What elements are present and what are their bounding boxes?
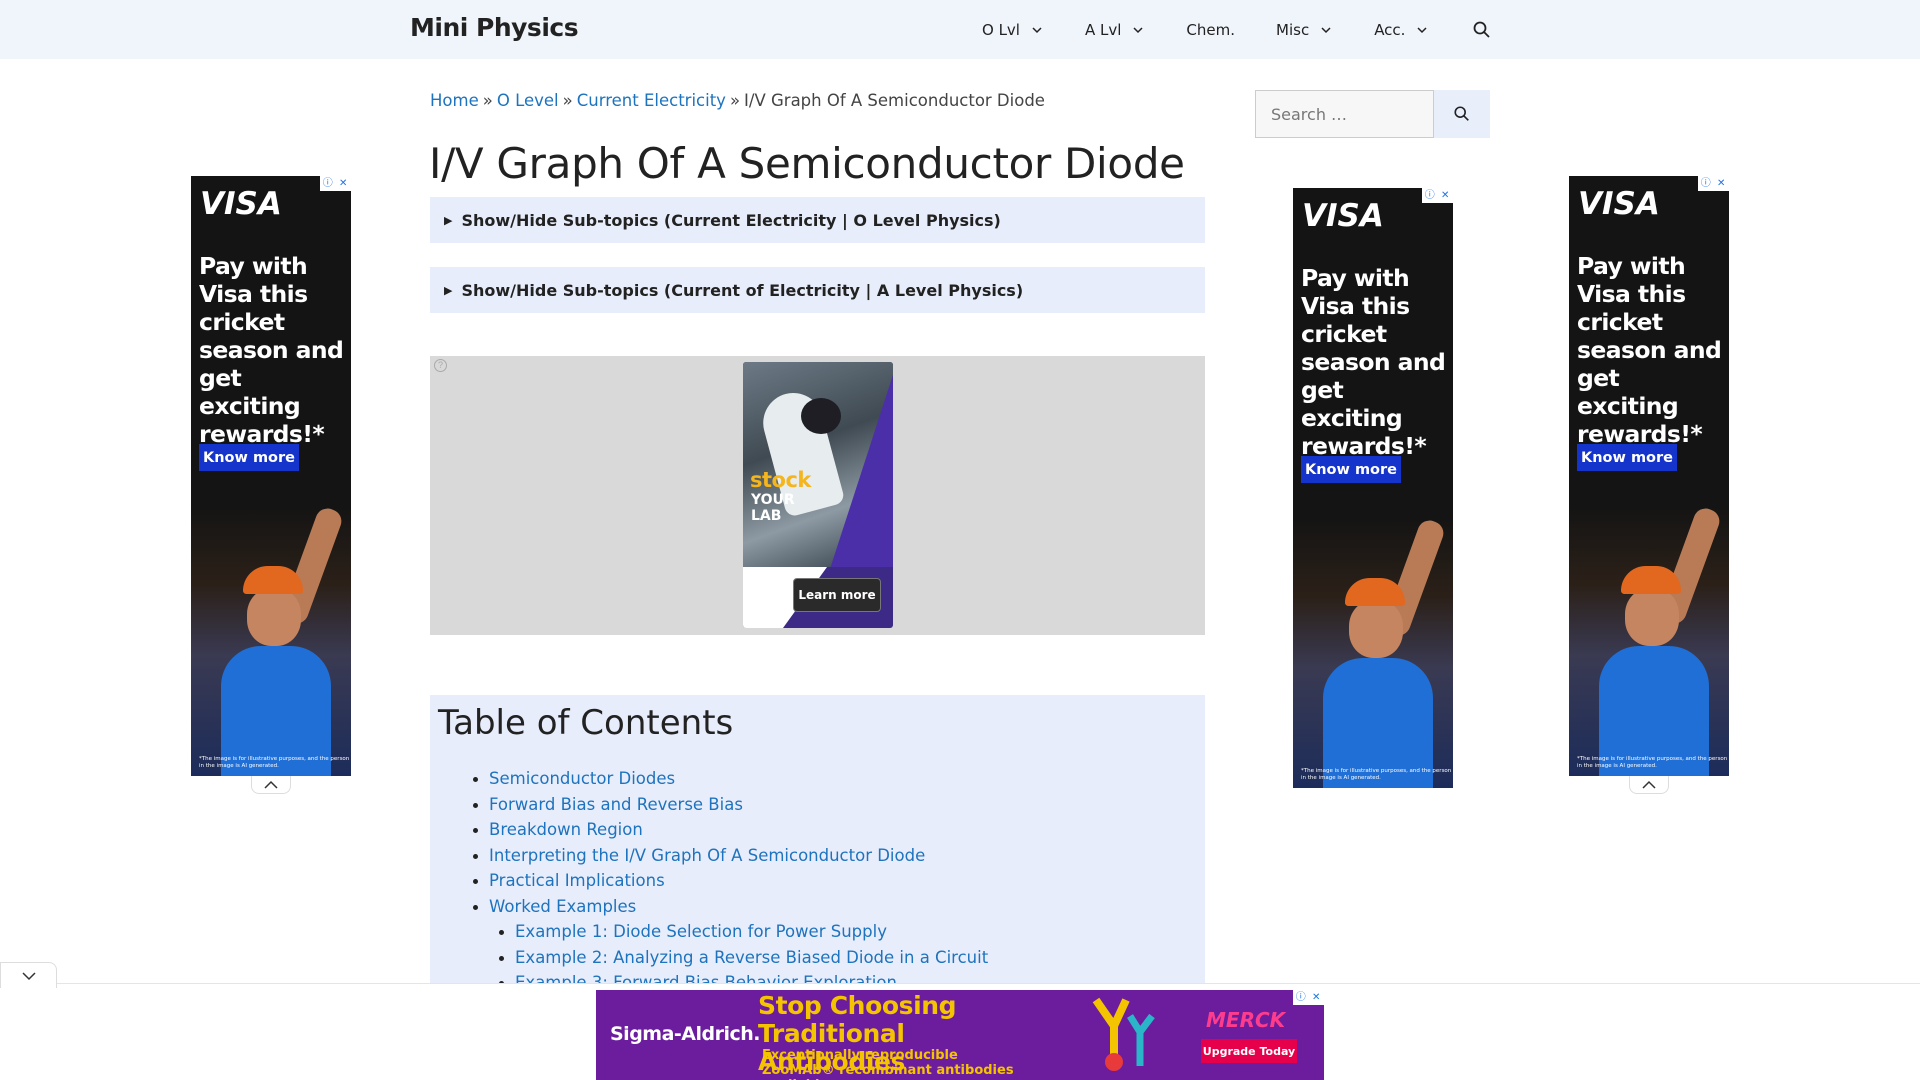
breadcrumb-separator: »	[562, 91, 573, 110]
toc-list: Semiconductor Diodes Forward Bias and Re…	[472, 766, 988, 996]
chevron-down-icon	[1133, 26, 1143, 33]
learn-more-button[interactable]: Learn more	[793, 578, 881, 612]
table-of-contents: Table of Contents Semiconductor Diodes F…	[430, 695, 1205, 992]
ad-photo	[743, 362, 893, 605]
skyscraper-ad-right-1[interactable]: ⓘ ✕ VISA Pay with Visa this cricket seaso…	[1293, 188, 1453, 788]
know-more-button[interactable]: Know more	[199, 444, 299, 471]
subtopics-label: Show/Hide Sub-topics (Current Electricit…	[461, 210, 1001, 230]
subtopics-label: Show/Hide Sub-topics (Current of Electri…	[461, 280, 1024, 300]
site-header: Mini Physics O Lvl A Lvl Chem. Misc Acc.	[0, 0, 1920, 59]
upgrade-today-button[interactable]: Upgrade Today	[1201, 1039, 1297, 1063]
collapse-bottom-ad-button[interactable]	[0, 962, 57, 988]
subtopics-toggle-o-level[interactable]: ▶ Show/Hide Sub-topics (Current Electric…	[430, 197, 1205, 243]
antibody-icon	[1092, 997, 1155, 1071]
nav-label: A Lvl	[1084, 20, 1122, 39]
skyscraper-ad-left[interactable]: ⓘ ✕ VISA Pay with Visa this cricket seaso…	[191, 176, 351, 776]
collapse-ad-button[interactable]	[251, 776, 291, 794]
main-nav: O Lvl A Lvl Chem. Misc Acc.	[982, 0, 1492, 59]
know-more-button[interactable]: Know more	[1577, 444, 1677, 471]
chevron-down-icon	[1321, 26, 1331, 33]
search-icon	[1454, 106, 1469, 121]
ad-subline: Exceptionally reproducible ZooMAb® recom…	[762, 1048, 1014, 1080]
breadcrumb-home[interactable]: Home	[430, 91, 479, 110]
chevron-down-icon	[1417, 26, 1427, 33]
merck-logo: MERCK	[1206, 1008, 1286, 1032]
nav-item-acc[interactable]: Acc.	[1374, 21, 1429, 39]
toc-item[interactable]: Practical Implications	[472, 868, 988, 894]
toc-subitem[interactable]: Example 1: Diode Selection for Power Sup…	[498, 919, 988, 945]
breadcrumb-separator: »	[729, 91, 741, 110]
chevron-down-icon	[1032, 26, 1042, 33]
bottom-banner-ad[interactable]: ⓘ ✕ Sigma-Aldrich. Stop Choosing Traditio…	[596, 990, 1324, 1080]
nav-label: Acc.	[1374, 20, 1406, 39]
ad-person-image	[221, 505, 345, 776]
toc-item[interactable]: Breakdown Region	[472, 817, 988, 843]
toc-title: Table of Contents	[438, 703, 734, 743]
know-more-button[interactable]: Know more	[1301, 456, 1401, 483]
subtopics-toggle-a-level[interactable]: ▶ Show/Hide Sub-topics (Current of Elect…	[430, 267, 1205, 313]
ad-headline: Pay with Visa this cricket season and ge…	[1577, 252, 1722, 448]
ad-headline: Pay with Visa this cricket season and ge…	[1301, 264, 1446, 460]
ad-choices-icon[interactable]: ⓘ ✕	[1698, 176, 1729, 191]
site-title[interactable]: Mini Physics	[410, 13, 579, 42]
ad-card[interactable]: stock YOUR LAB Learn more	[743, 362, 893, 628]
visa-logo: VISA	[1578, 186, 1660, 222]
collapse-ad-button[interactable]	[1629, 776, 1669, 794]
mid-ad[interactable]: ? stock YOUR LAB Learn more	[430, 356, 1205, 635]
nav-item-chem[interactable]: Chem.	[1186, 21, 1235, 39]
toc-item[interactable]: Semiconductor Diodes	[472, 766, 988, 792]
page-title: I/V Graph Of A Semiconductor Diode	[429, 139, 1185, 188]
triangle-right-icon: ▶	[444, 283, 453, 297]
search-placeholder: Search …	[1271, 104, 1348, 124]
visa-logo: VISA	[1302, 198, 1384, 234]
toc-subitem[interactable]: Example 2: Analyzing a Reverse Biased Di…	[498, 945, 988, 971]
triangle-right-icon: ▶	[444, 213, 453, 227]
sigma-aldrich-logo: Sigma-Aldrich.	[610, 1023, 761, 1045]
breadcrumb-o-level[interactable]: O Level	[497, 91, 559, 110]
visa-logo: VISA	[200, 186, 282, 222]
toc-item[interactable]: Worked Examples	[472, 894, 988, 920]
chevron-up-icon	[264, 780, 278, 789]
toc-item[interactable]: Interpreting the I/V Graph Of A Semicond…	[472, 843, 988, 869]
ad-headline: Pay with Visa this cricket season and ge…	[199, 252, 344, 448]
ad-choices-icon[interactable]: ⓘ ✕	[1422, 188, 1453, 203]
search-button[interactable]	[1434, 90, 1490, 138]
toc-item[interactable]: Forward Bias and Reverse Bias	[472, 792, 988, 818]
search-input[interactable]: Search …	[1255, 90, 1434, 138]
ad-disclaimer: *The image is for illustrative purposes,…	[199, 756, 350, 769]
ad-info-icon[interactable]: ?	[434, 359, 447, 372]
nav-item-o-lvl[interactable]: O Lvl	[982, 21, 1044, 39]
ad-disclaimer: *The image is for illustrative purposes,…	[1301, 768, 1452, 781]
nav-item-a-lvl[interactable]: A Lvl	[1085, 21, 1145, 39]
nav-label: Misc	[1276, 20, 1310, 39]
skyscraper-ad-right-2[interactable]: ⓘ ✕ VISA Pay with Visa this cricket seaso…	[1569, 176, 1729, 776]
ad-person-image	[1599, 505, 1723, 776]
ad-choices-icon[interactable]: ⓘ ✕	[1293, 990, 1324, 1005]
ad-disclaimer: *The image is for illustrative purposes,…	[1577, 756, 1728, 769]
breadcrumb-current: I/V Graph Of A Semiconductor Diode	[744, 91, 1045, 110]
breadcrumb-current-electricity[interactable]: Current Electricity	[577, 91, 726, 110]
chevron-down-icon	[21, 971, 36, 980]
nav-label: Chem.	[1186, 20, 1236, 39]
ad-choices-icon[interactable]: ⓘ ✕	[320, 176, 351, 191]
chevron-up-icon	[1642, 780, 1656, 789]
nav-label: O Lvl	[982, 20, 1020, 39]
nav-item-misc[interactable]: Misc	[1276, 21, 1333, 39]
ad-person-image	[1323, 517, 1447, 788]
breadcrumb: Home» O Level» Current Electricity» I/V Gra…	[430, 91, 1045, 110]
breadcrumb-separator: »	[482, 91, 493, 110]
ad-headline: stock	[750, 468, 811, 492]
search-icon[interactable]	[1472, 20, 1492, 40]
ad-subheadline: YOUR LAB	[751, 492, 795, 524]
